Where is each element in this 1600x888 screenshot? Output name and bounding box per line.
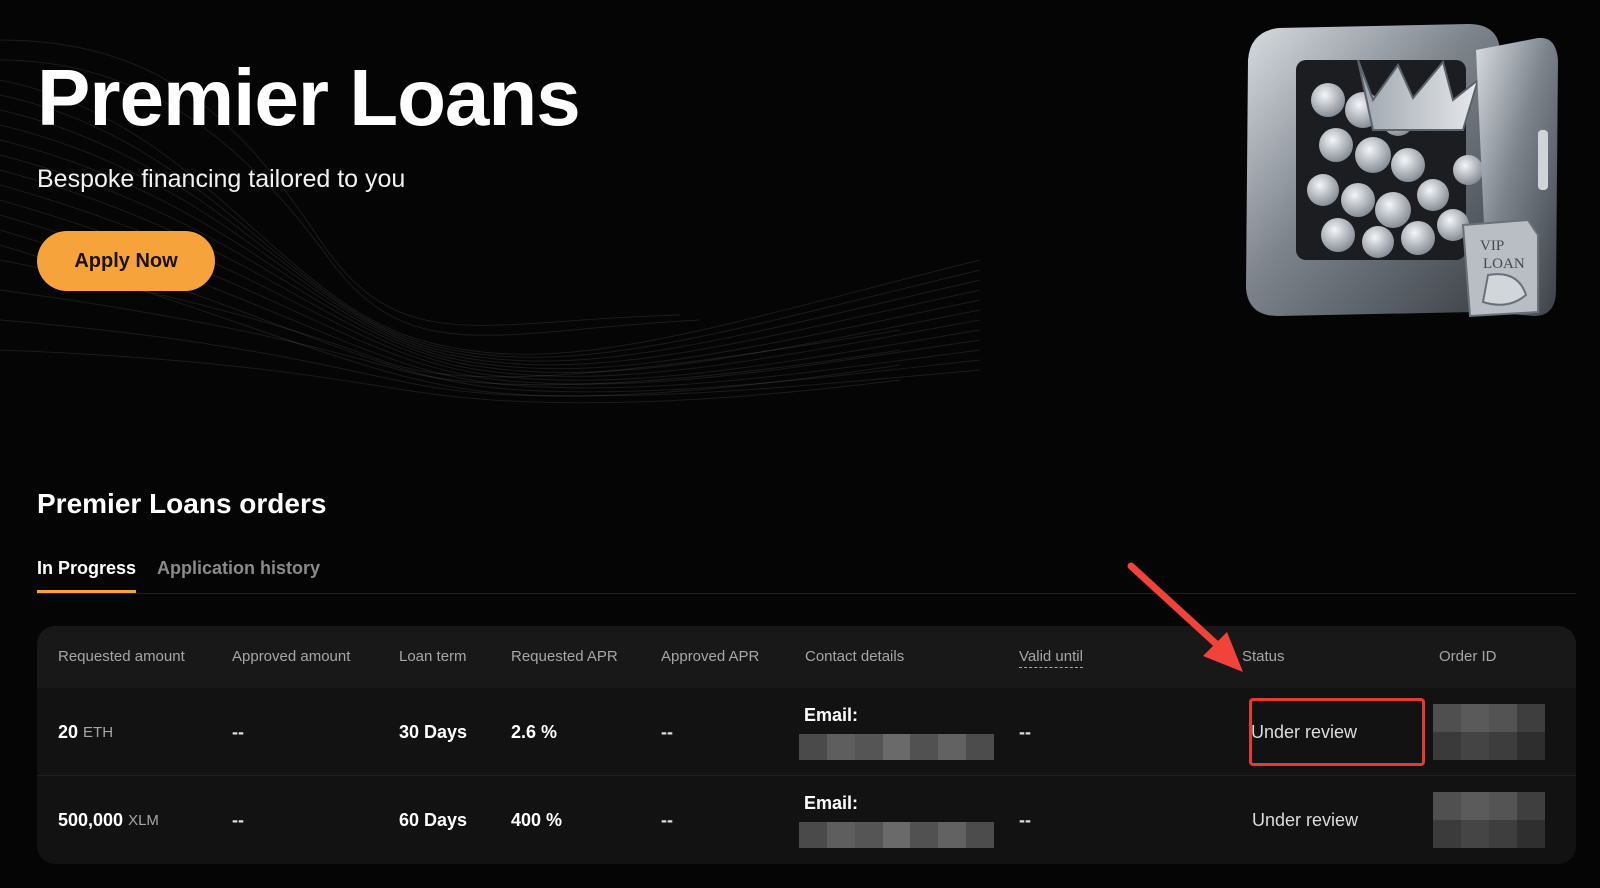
table-header: Requested amount Approved amount Loan te…: [37, 626, 1576, 688]
valid-until-cell: --: [1019, 721, 1031, 742]
valid-until-cell: --: [1019, 809, 1031, 830]
tab-in-progress[interactable]: In Progress: [37, 556, 137, 593]
email-label: Email:: [804, 705, 859, 725]
order-id-redacted: [1433, 792, 1545, 848]
loan-term-cell: 60 Days: [399, 809, 468, 830]
approved-amount-cell: --: [232, 809, 244, 830]
email-label: Email:: [804, 793, 859, 813]
column-valid-until[interactable]: Valid until: [1019, 647, 1083, 668]
approved-apr-cell: --: [661, 809, 673, 830]
column-approved-apr: Approved APR: [661, 648, 760, 665]
loan-term-cell: 30 Days: [399, 721, 468, 742]
vault-illustration: VIP LOAN: [1246, 24, 1558, 318]
approved-amount-cell: --: [232, 721, 244, 742]
annotation-arrow-icon: [1127, 562, 1243, 672]
column-requested-amount: Requested amount: [58, 648, 185, 665]
status-highlight-box: [1249, 698, 1425, 766]
approved-apr-cell: --: [661, 721, 673, 742]
vault-label-vip: VIP: [1480, 238, 1504, 254]
order-id-cell: [1433, 776, 1545, 864]
order-id-cell: [1433, 688, 1545, 776]
page-title: Premier Loans: [37, 53, 581, 142]
table-row: 500,000 XLM -- 60 Days 400 % -- Email: -…: [37, 776, 1576, 864]
email-redacted: [799, 822, 995, 848]
email-redacted: [799, 734, 995, 760]
table-row: 20 ETH -- 30 Days 2.6 % -- Email: -- Und…: [37, 688, 1576, 776]
requested-amount-cell: 500,000 XLM: [58, 776, 159, 864]
orders-tabs: In Progress Application history: [37, 556, 1576, 594]
contact-details-cell: Email:: [799, 688, 995, 776]
amount-unit: ETH: [83, 723, 114, 741]
status-cell: Under review: [1252, 809, 1359, 830]
requested-apr-cell: 2.6 %: [511, 721, 558, 742]
apply-now-button[interactable]: Apply Now: [37, 231, 215, 291]
amount-value: 500,000: [58, 809, 124, 830]
tab-application-history[interactable]: Application history: [157, 556, 320, 580]
hero-banner: Premier Loans Bespoke financing tailored…: [0, 0, 1600, 430]
requested-amount-cell: 20 ETH: [58, 688, 113, 776]
contact-details-cell: Email:: [799, 776, 995, 864]
column-approved-amount: Approved amount: [232, 648, 351, 665]
vault-label-loan: LOAN: [1483, 256, 1525, 272]
amount-unit: XLM: [128, 811, 159, 829]
amount-value: 20: [58, 721, 79, 742]
column-contact-details: Contact details: [805, 648, 905, 665]
column-loan-term: Loan term: [399, 648, 467, 665]
requested-apr-cell: 400 %: [511, 809, 563, 830]
column-order-id: Order ID: [1439, 648, 1497, 665]
column-requested-apr: Requested APR: [511, 648, 618, 665]
orders-section-title: Premier Loans orders: [37, 488, 327, 519]
page-subtitle: Bespoke financing tailored to you: [37, 165, 406, 193]
orders-table: Requested amount Approved amount Loan te…: [37, 626, 1576, 864]
order-id-redacted: [1433, 704, 1545, 760]
